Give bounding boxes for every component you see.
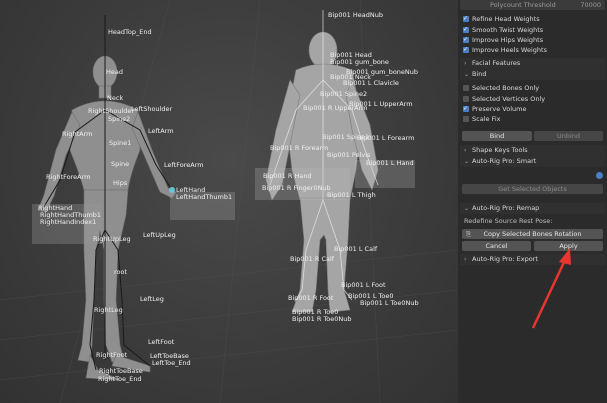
checkbox-icon <box>463 14 469 24</box>
checkbox-icon <box>463 25 469 35</box>
chevron-down-icon: ⌄ <box>464 158 470 165</box>
checkbox-label: Selected Vertices Only <box>472 95 546 103</box>
field-value: 70000 <box>580 1 601 9</box>
checkbox-preserve-volume[interactable]: Preserve Volume <box>460 104 605 114</box>
checkbox-label: Selected Bones Only <box>472 84 540 92</box>
annotation-arrow <box>0 0 458 403</box>
checkbox-smooth-twist[interactable]: Smooth Twist Weights <box>460 25 605 35</box>
checkbox-improve-hips[interactable]: Improve Hips Weights <box>460 35 605 45</box>
section-title: Auto-Rig Pro: Export <box>472 255 538 263</box>
chevron-down-icon: ⌄ <box>464 205 470 212</box>
checkbox-label: Smooth Twist Weights <box>472 26 544 34</box>
checkbox-icon <box>463 116 469 122</box>
checkbox-icon <box>463 85 469 91</box>
section-title: Auto-Rig Pro: Remap <box>472 204 540 212</box>
copy-icon: ⎘ <box>466 230 472 238</box>
checkbox-label: Scale Fix <box>472 115 501 123</box>
section-title: Facial Features <box>472 59 521 67</box>
chevron-right-icon: › <box>464 60 467 67</box>
checkbox-icon <box>463 96 469 102</box>
bind-section[interactable]: ⌄ Bind <box>460 69 605 80</box>
shape-keys-tools-section[interactable]: › Shape Keys Tools <box>460 145 605 156</box>
checkbox-icon <box>463 35 469 45</box>
checkbox-scale-fix[interactable]: Scale Fix <box>460 114 605 124</box>
chevron-down-icon: ⌄ <box>464 71 470 78</box>
unbind-button[interactable]: Unbind <box>534 131 603 141</box>
3d-viewport[interactable]: HeadTop_End Head Neck RightShoulder Left… <box>0 0 458 403</box>
cancel-button[interactable]: Cancel <box>462 241 531 251</box>
copy-rotation-button[interactable]: ⎘ Copy Selected Bones Rotation <box>462 229 603 239</box>
checkbox-selected-vertices[interactable]: Selected Vertices Only <box>460 94 605 104</box>
export-section[interactable]: › Auto-Rig Pro: Export <box>460 254 605 265</box>
bind-button[interactable]: Bind <box>462 131 532 141</box>
section-title: Bind <box>472 70 487 78</box>
checkbox-label: Improve Hips Weights <box>472 36 544 44</box>
facial-features-section[interactable]: › Facial Features <box>460 58 605 69</box>
field-label: Polycount Threshold <box>490 1 556 9</box>
checkbox-refine-head[interactable]: Refine Head Weights <box>460 14 605 24</box>
smart-section[interactable]: ⌄ Auto-Rig Pro: Smart <box>460 156 605 167</box>
get-selected-objects-button[interactable]: Get Selected Objects <box>462 184 603 194</box>
section-title: Auto-Rig Pro: Smart <box>472 157 537 165</box>
apply-button[interactable]: Apply <box>534 241 603 251</box>
redefine-label: Redefine Source Rest Pose: <box>464 217 553 225</box>
checkbox-icon <box>463 45 469 55</box>
side-panel: Polycount Threshold 70000 Refine Head We… <box>458 0 607 403</box>
button-label: Copy Selected Bones Rotation <box>483 230 582 238</box>
chevron-right-icon: › <box>464 256 467 263</box>
checkbox-label: Improve Heels Weights <box>472 46 547 54</box>
checkbox-improve-heels[interactable]: Improve Heels Weights <box>460 45 605 55</box>
checkbox-selected-bones[interactable]: Selected Bones Only <box>460 83 605 93</box>
checkbox-label: Refine Head Weights <box>472 15 540 23</box>
chevron-right-icon: › <box>464 147 467 154</box>
checkbox-icon <box>463 104 469 114</box>
checkbox-label: Preserve Volume <box>472 105 527 113</box>
section-title: Shape Keys Tools <box>472 146 528 154</box>
polycount-threshold-field[interactable]: Polycount Threshold 70000 <box>460 0 605 10</box>
remap-section[interactable]: ⌄ Auto-Rig Pro: Remap <box>460 203 605 214</box>
info-icon[interactable] <box>596 172 603 179</box>
